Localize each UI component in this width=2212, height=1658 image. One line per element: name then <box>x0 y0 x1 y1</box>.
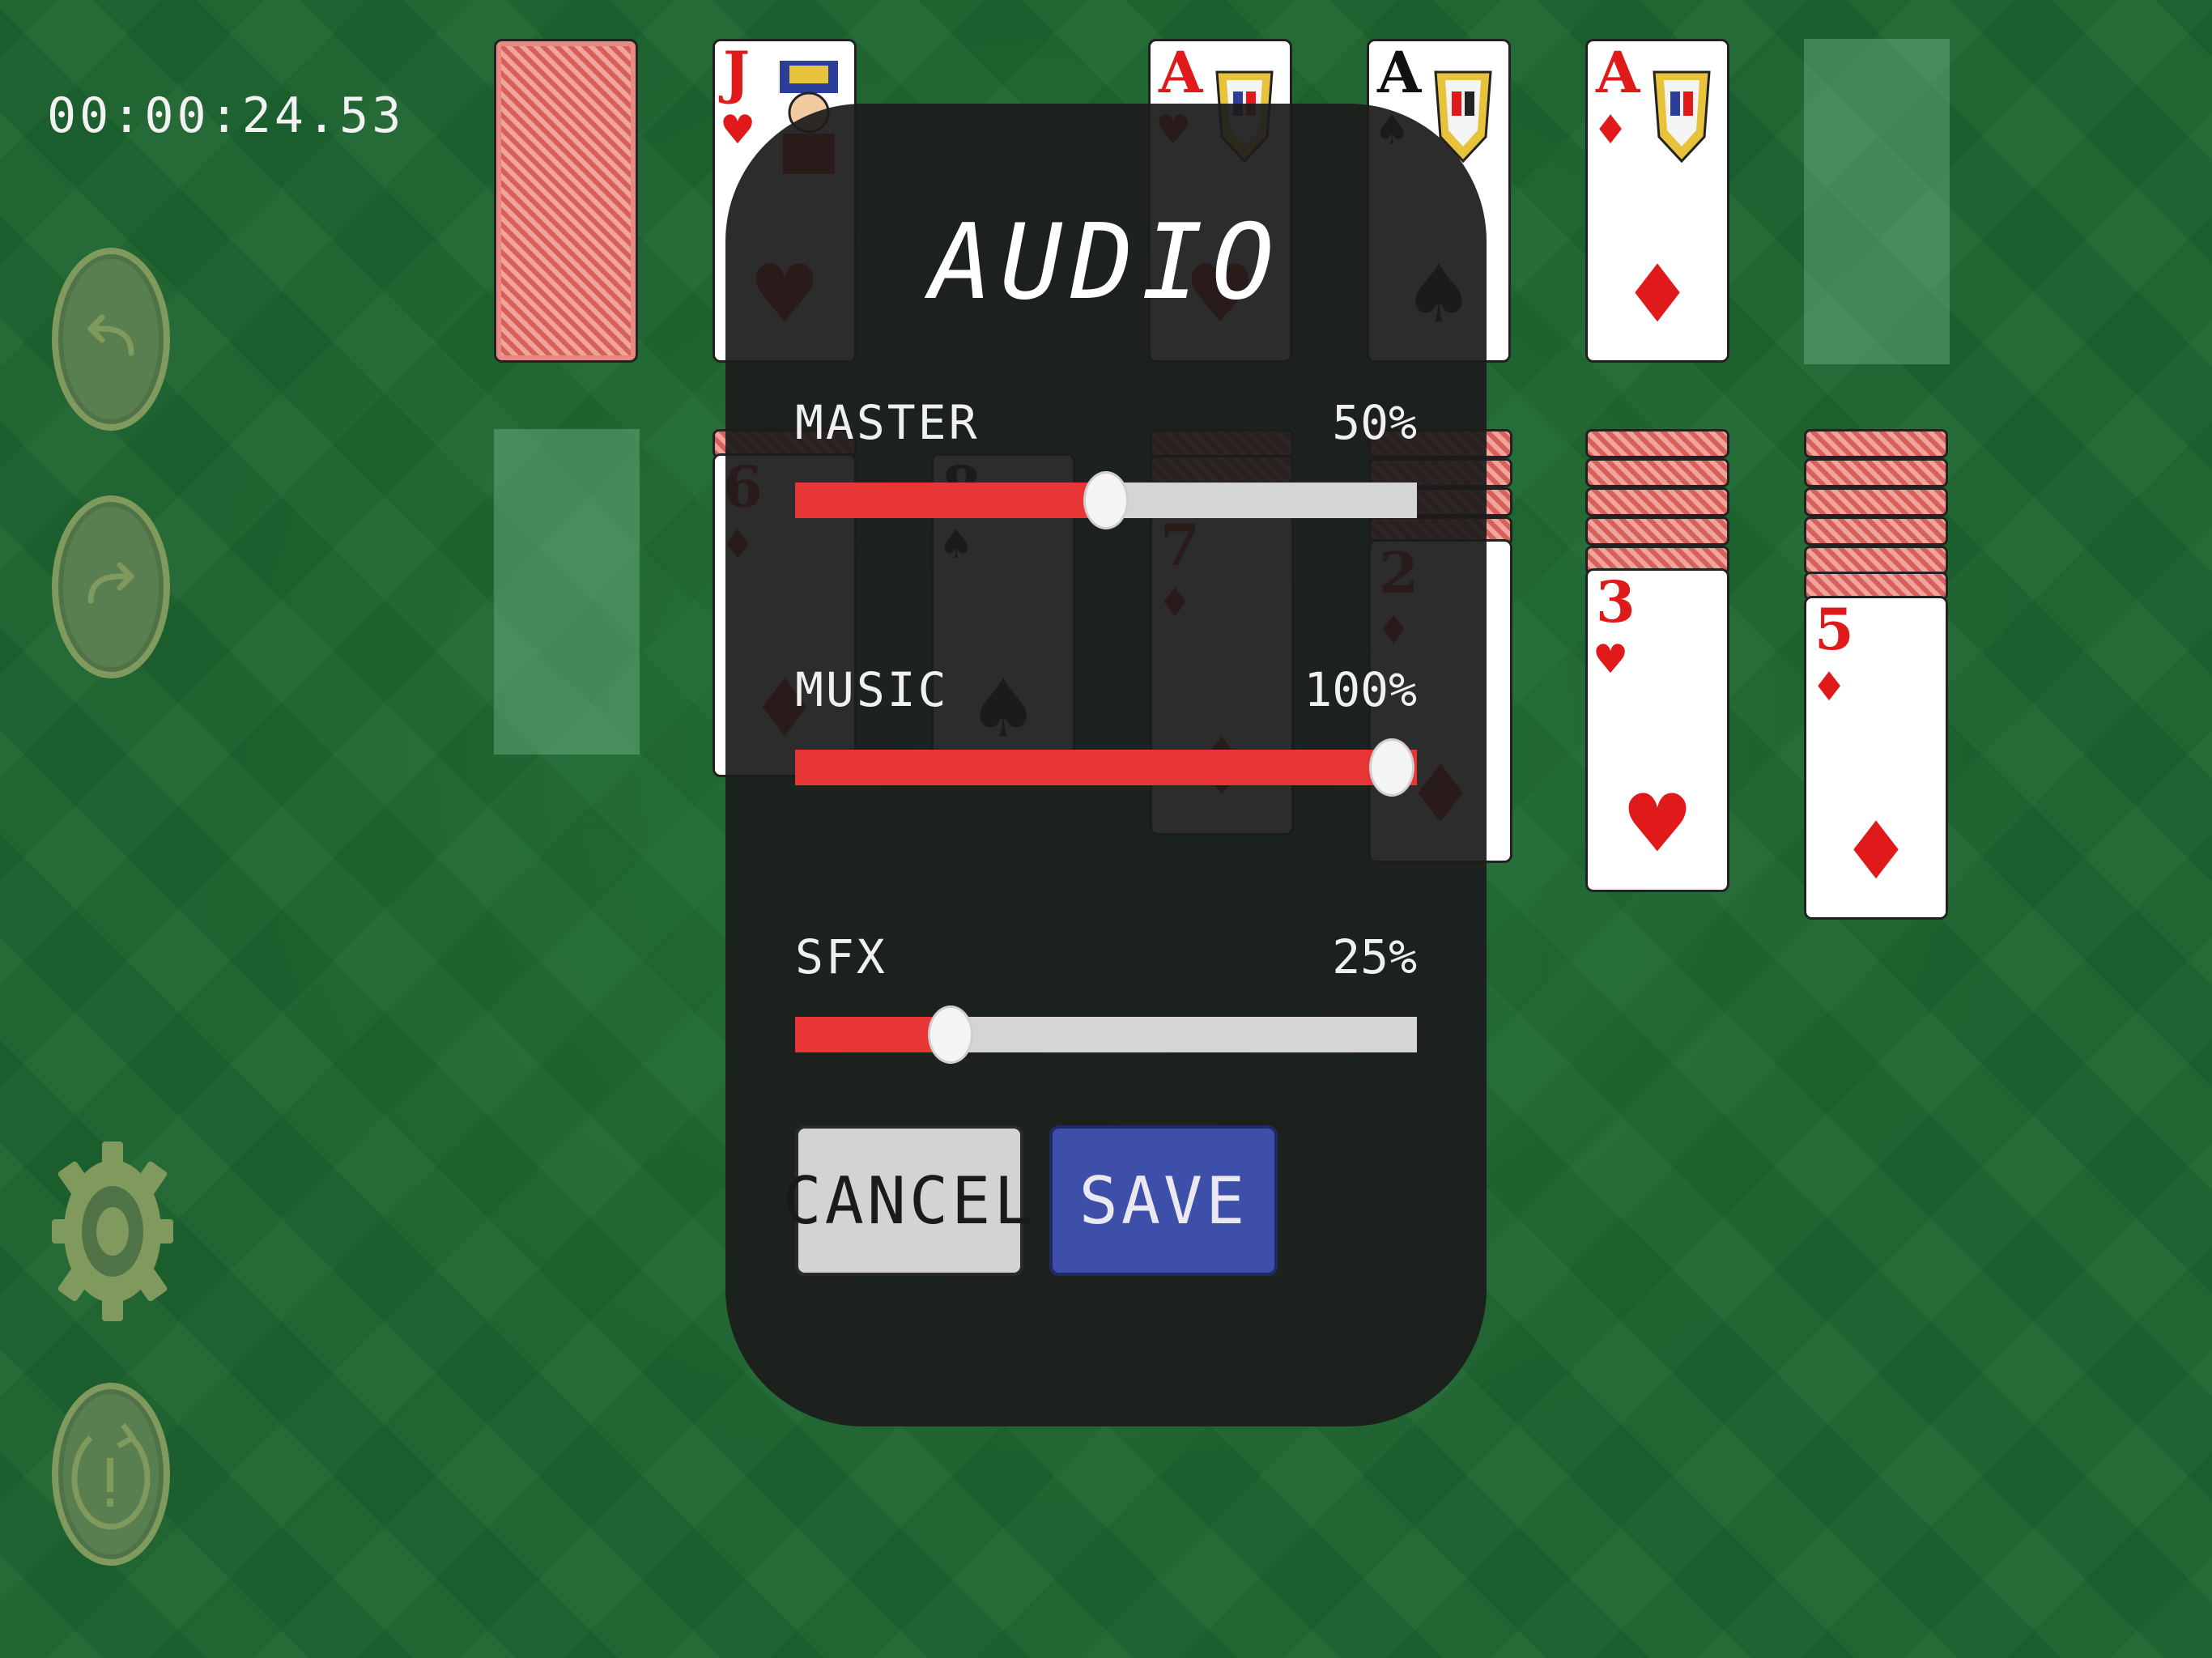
undo-arrow-icon <box>87 314 134 356</box>
sfx-volume-slider[interactable] <box>795 1005 1417 1064</box>
master-volume-slider[interactable] <box>795 471 1417 529</box>
master-label: MASTER <box>795 395 980 450</box>
card-rank: A <box>1596 39 1640 106</box>
face-down-card <box>1585 429 1729 458</box>
face-down-card <box>1804 517 1948 546</box>
card-suit: ♥ <box>723 102 753 159</box>
undo-button[interactable] <box>52 248 173 439</box>
card-suit-large: ♦ <box>1627 239 1687 351</box>
save-button[interactable]: SAVE <box>1049 1125 1278 1276</box>
face-down-card <box>1585 487 1729 517</box>
card-suit: ♦ <box>1596 102 1626 159</box>
undo-button-face <box>52 248 170 431</box>
master-value: 50% <box>1332 395 1417 450</box>
face-down-card <box>1804 487 1948 517</box>
card-suit-large: ♥ <box>1627 768 1687 881</box>
face-down-card <box>1804 546 1948 575</box>
cancel-button[interactable]: CANCEL <box>783 1125 1033 1276</box>
tableau-empty-slot[interactable] <box>494 429 640 755</box>
redo-button-face <box>52 495 170 678</box>
card-suit: ♦ <box>1814 659 1844 716</box>
card-rank: 3 <box>1596 568 1636 636</box>
card-rank: A <box>1159 39 1203 106</box>
face-down-card <box>1585 517 1729 546</box>
gear-icon <box>52 1141 173 1321</box>
redo-button[interactable] <box>52 495 173 687</box>
foundation-empty-slot[interactable] <box>1804 39 1950 364</box>
face-down-card <box>1804 458 1948 487</box>
restart-button[interactable] <box>52 1383 173 1574</box>
foundation-diamonds[interactable]: A ♦ ♦ <box>1585 39 1729 363</box>
audio-settings-dialog: AUDIO MASTER 50% MUSIC 100% SFX 25% CANC… <box>725 104 1487 1426</box>
card-rank: 5 <box>1814 596 1854 663</box>
slider-thumb[interactable] <box>928 1005 973 1064</box>
music-label: MUSIC <box>795 662 949 717</box>
sfx-value: 25% <box>1332 929 1417 984</box>
tableau-card[interactable]: 5 ♦ ♦ <box>1804 596 1948 920</box>
face-down-card <box>1585 458 1729 487</box>
settings-button[interactable] <box>52 1138 173 1329</box>
slider-fill <box>795 483 1106 518</box>
card-suit: ♥ <box>1596 631 1626 688</box>
restart-icon <box>71 1422 151 1530</box>
card-rank: J <box>723 39 751 106</box>
game-timer: 00:00:24.53 <box>47 87 405 144</box>
stock-pile[interactable] <box>494 39 638 363</box>
dialog-title: AUDIO <box>929 202 1283 323</box>
sfx-label: SFX <box>795 929 887 984</box>
redo-arrow-icon <box>87 562 134 604</box>
slider-thumb[interactable] <box>1369 738 1415 797</box>
game-board: 00:00:24.53 J ♥ A A A ♦ ♦ 3 ♥ ♥ 5 ♦ ♦ AU… <box>0 0 2212 1658</box>
slider-thumb[interactable] <box>1083 471 1129 529</box>
ace-crest-icon <box>1653 70 1711 164</box>
slider-fill <box>795 750 1417 785</box>
music-value: 100% <box>1304 662 1417 717</box>
card-rank: A <box>1377 39 1422 106</box>
music-volume-slider[interactable] <box>795 738 1417 797</box>
restart-button-face <box>52 1383 170 1566</box>
tableau-card[interactable]: 3 ♥ ♥ <box>1585 568 1729 892</box>
card-suit-large: ♦ <box>1846 796 1906 908</box>
face-down-card <box>1804 429 1948 458</box>
